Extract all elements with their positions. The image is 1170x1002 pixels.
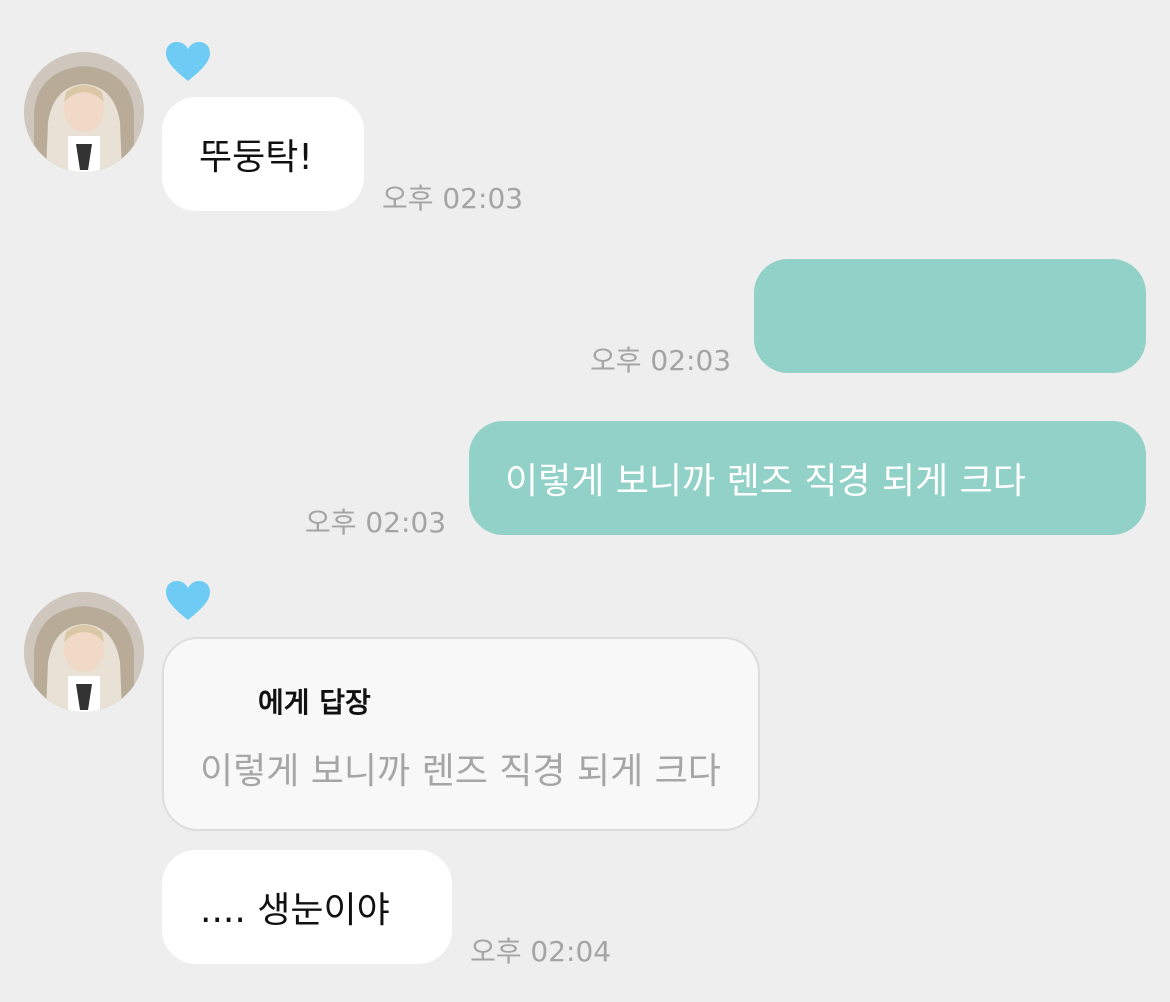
reply-label: 에게 답장 — [258, 686, 371, 719]
message-bubble-outgoing[interactable] — [754, 259, 1146, 373]
message-timestamp: 오후 02:03 — [305, 506, 447, 539]
message-bubble-incoming[interactable]: 뚜둥탁! — [162, 97, 364, 211]
sender-avatar[interactable] — [24, 52, 144, 172]
message-text: .... 생눈이야 — [200, 890, 390, 931]
message-timestamp: 오후 02:03 — [590, 344, 732, 377]
reply-quote-card[interactable]: 에게 답장 이렇게 보니까 렌즈 직경 되게 크다 — [162, 637, 760, 831]
blue-heart-icon — [165, 580, 211, 622]
message-timestamp: 오후 02:03 — [382, 182, 524, 215]
message-timestamp: 오후 02:04 — [470, 935, 612, 968]
message-text: 이렇게 보니까 렌즈 직경 되게 크다 — [505, 461, 1026, 502]
message-bubble-incoming[interactable]: .... 생눈이야 — [162, 850, 452, 964]
blue-heart-icon — [165, 41, 211, 83]
message-bubble-outgoing[interactable]: 이렇게 보니까 렌즈 직경 되게 크다 — [469, 421, 1146, 535]
sender-avatar[interactable] — [24, 592, 144, 712]
reply-quoted-text: 이렇게 보니까 렌즈 직경 되게 크다 — [200, 751, 721, 792]
message-text: 뚜둥탁! — [199, 137, 313, 178]
